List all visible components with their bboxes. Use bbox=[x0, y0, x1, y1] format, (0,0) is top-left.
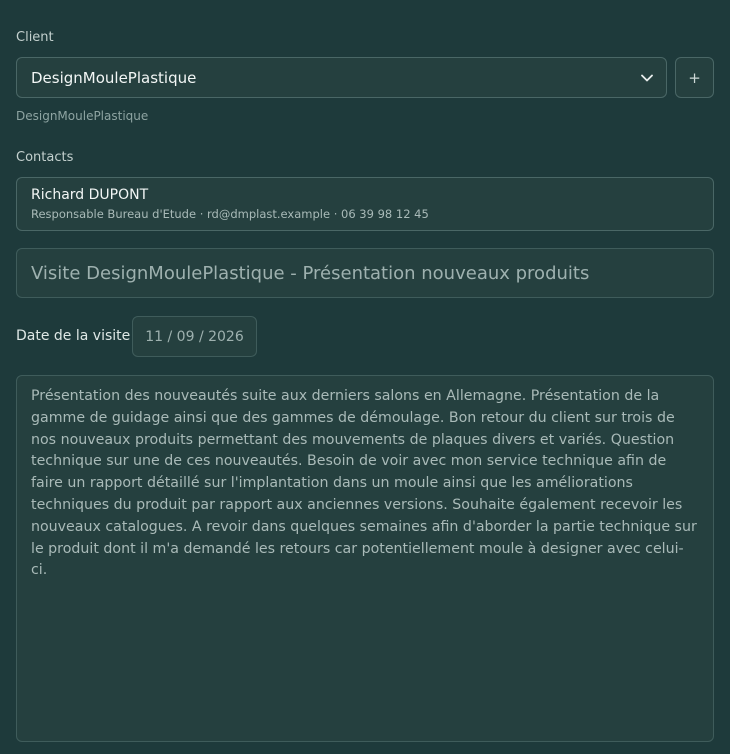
contact-name: Richard DUPONT bbox=[31, 187, 149, 203]
add-client-button[interactable]: + bbox=[675, 57, 714, 98]
client-select[interactable]: DesignMoulePlastique bbox=[16, 57, 667, 98]
visit-title-input[interactable]: Visite DesignMoulePlastique - Présentati… bbox=[16, 248, 714, 298]
chevron-down-icon bbox=[640, 71, 654, 85]
visit-date-input[interactable]: 11 / 09 / 2026 bbox=[132, 316, 257, 357]
client-select-value: DesignMoulePlastique bbox=[31, 68, 197, 87]
contact-details: Responsable Bureau d'Etude · rd@dmplast.… bbox=[31, 207, 429, 221]
contact-card[interactable]: Richard DUPONT Responsable Bureau d'Etud… bbox=[16, 177, 714, 231]
visit-notes-textarea[interactable]: Présentation des nouveautés suite aux de… bbox=[16, 375, 714, 742]
plus-icon: + bbox=[688, 68, 701, 87]
client-label: Client bbox=[16, 30, 54, 45]
contacts-label: Contacts bbox=[16, 150, 74, 165]
client-hint: DesignMoulePlastique bbox=[16, 109, 149, 123]
visit-date-label: Date de la visite bbox=[16, 328, 131, 344]
